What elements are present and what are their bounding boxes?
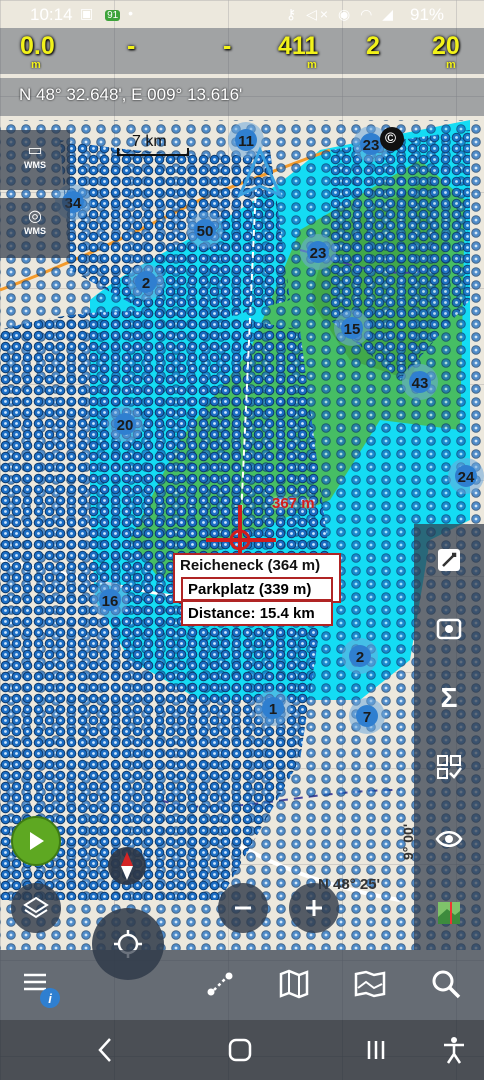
status-time: 10:14 — [30, 5, 73, 24]
svg-text:16: 16 — [102, 593, 119, 610]
map-button[interactable] — [278, 968, 312, 1005]
popup-distance: Distance: 15.4 km — [181, 600, 333, 626]
route-button[interactable] — [204, 968, 236, 1005]
svg-text:50: 50 — [197, 223, 214, 240]
distance-label: 367 m — [272, 495, 315, 512]
scale-label: 7 km — [132, 133, 167, 150]
route-icon — [207, 972, 233, 996]
status-left-icons: ▣ 91 • — [80, 5, 137, 22]
wifi-icon: ◠ — [360, 6, 376, 22]
speed-value: 0.0 — [20, 32, 55, 60]
location-icon: ◉ — [338, 6, 354, 22]
svg-text:20: 20 — [117, 417, 134, 434]
back-button[interactable] — [92, 1035, 118, 1070]
coordinates-bar[interactable]: N 48° 32.648', E 009° 13.616' — [0, 78, 484, 116]
accessibility-button[interactable] — [440, 1035, 468, 1070]
bottom-toolbar — [0, 950, 484, 1020]
altitude-value: 411 — [278, 32, 319, 60]
svg-text:15: 15 — [344, 321, 361, 338]
zoom-out-button[interactable] — [218, 883, 268, 933]
tools-icon — [438, 549, 460, 571]
info-icon: i — [40, 988, 60, 1008]
altitude-unit: m — [307, 59, 317, 71]
svg-text:7: 7 — [363, 709, 371, 726]
svg-text:11: 11 — [238, 133, 254, 150]
mute-icon: ◁× — [306, 6, 332, 22]
recents-icon — [367, 1041, 385, 1059]
svg-text:43: 43 — [412, 375, 429, 392]
layer-icon: ▭ — [27, 142, 43, 159]
layers-icon — [23, 896, 49, 919]
speed-unit: m — [31, 59, 41, 71]
gps-dash-2: - — [223, 32, 232, 60]
accuracy-unit: m — [446, 59, 456, 71]
gps-info-bar[interactable]: 0.0 m - - 411 m 2 20 m — [0, 28, 484, 74]
tools-button[interactable] — [416, 535, 482, 585]
wms-button-2[interactable]: ◎ WMS — [0, 198, 70, 258]
compass-button — [108, 847, 146, 885]
svg-text:2: 2 — [142, 275, 150, 292]
popup-subtitle[interactable]: Parkplatz (339 m) — [181, 577, 333, 601]
svg-text:23: 23 — [310, 245, 327, 262]
gps-dash-1: - — [127, 32, 136, 60]
map-layer-icon — [438, 902, 460, 924]
image-icon: ▣ — [80, 5, 98, 21]
signal-icon: ◢ — [382, 6, 396, 22]
play-button[interactable] — [11, 816, 61, 866]
sigma-icon: Σ — [440, 682, 458, 713]
gps-info-button[interactable] — [416, 604, 482, 654]
target-icon: ◎ — [28, 208, 42, 225]
svg-text:1: 1 — [269, 701, 277, 718]
accessibility-icon — [444, 1037, 464, 1064]
home-icon — [228, 1038, 252, 1062]
map-layers-button[interactable] — [352, 966, 388, 1007]
satellites-value: 2 — [366, 32, 380, 60]
dot-icon: • — [128, 5, 138, 21]
notification-91-icon: 91 — [105, 10, 121, 21]
plus-icon — [306, 900, 322, 916]
wms-label-1: WMS — [24, 160, 46, 170]
map-icon — [279, 969, 309, 999]
svg-text:23: 23 — [363, 137, 380, 154]
status-right-icons: ⚷ ◁× ◉ ◠ ◢ — [286, 6, 396, 23]
home-button[interactable] — [226, 1036, 254, 1069]
right-sidebar — [414, 524, 484, 950]
play-icon — [30, 832, 44, 850]
back-icon — [98, 1038, 111, 1062]
svg-text:2: 2 — [356, 649, 364, 666]
svg-text:24: 24 — [458, 469, 475, 486]
recents-button[interactable] — [362, 1036, 390, 1069]
layers-button[interactable] — [11, 883, 61, 933]
search-button[interactable] — [430, 968, 462, 1005]
menu-button[interactable]: i — [22, 970, 62, 1008]
battery-level: 91% — [410, 5, 445, 24]
search-icon — [432, 970, 461, 999]
checklist-button[interactable] — [416, 742, 482, 792]
zoom-in-button[interactable] — [289, 883, 339, 933]
visibility-button[interactable] — [416, 814, 482, 864]
qr-checklist-icon — [437, 755, 462, 779]
key-icon: ⚷ — [286, 6, 300, 22]
accuracy-value: 20 — [432, 32, 460, 60]
visibility-icon — [435, 831, 463, 847]
gps-info-icon — [436, 618, 462, 640]
map-layer-button[interactable] — [416, 888, 482, 938]
copyright-label[interactable]: © — [385, 130, 396, 147]
popup-title: Reicheneck (364 m) — [180, 557, 321, 574]
map-layers-icon — [354, 970, 386, 998]
wms-label-2: WMS — [24, 226, 46, 236]
minus-icon — [235, 906, 251, 910]
wms-button-1[interactable]: ▭ WMS — [0, 130, 70, 190]
statistics-button[interactable]: Σ — [416, 673, 482, 723]
